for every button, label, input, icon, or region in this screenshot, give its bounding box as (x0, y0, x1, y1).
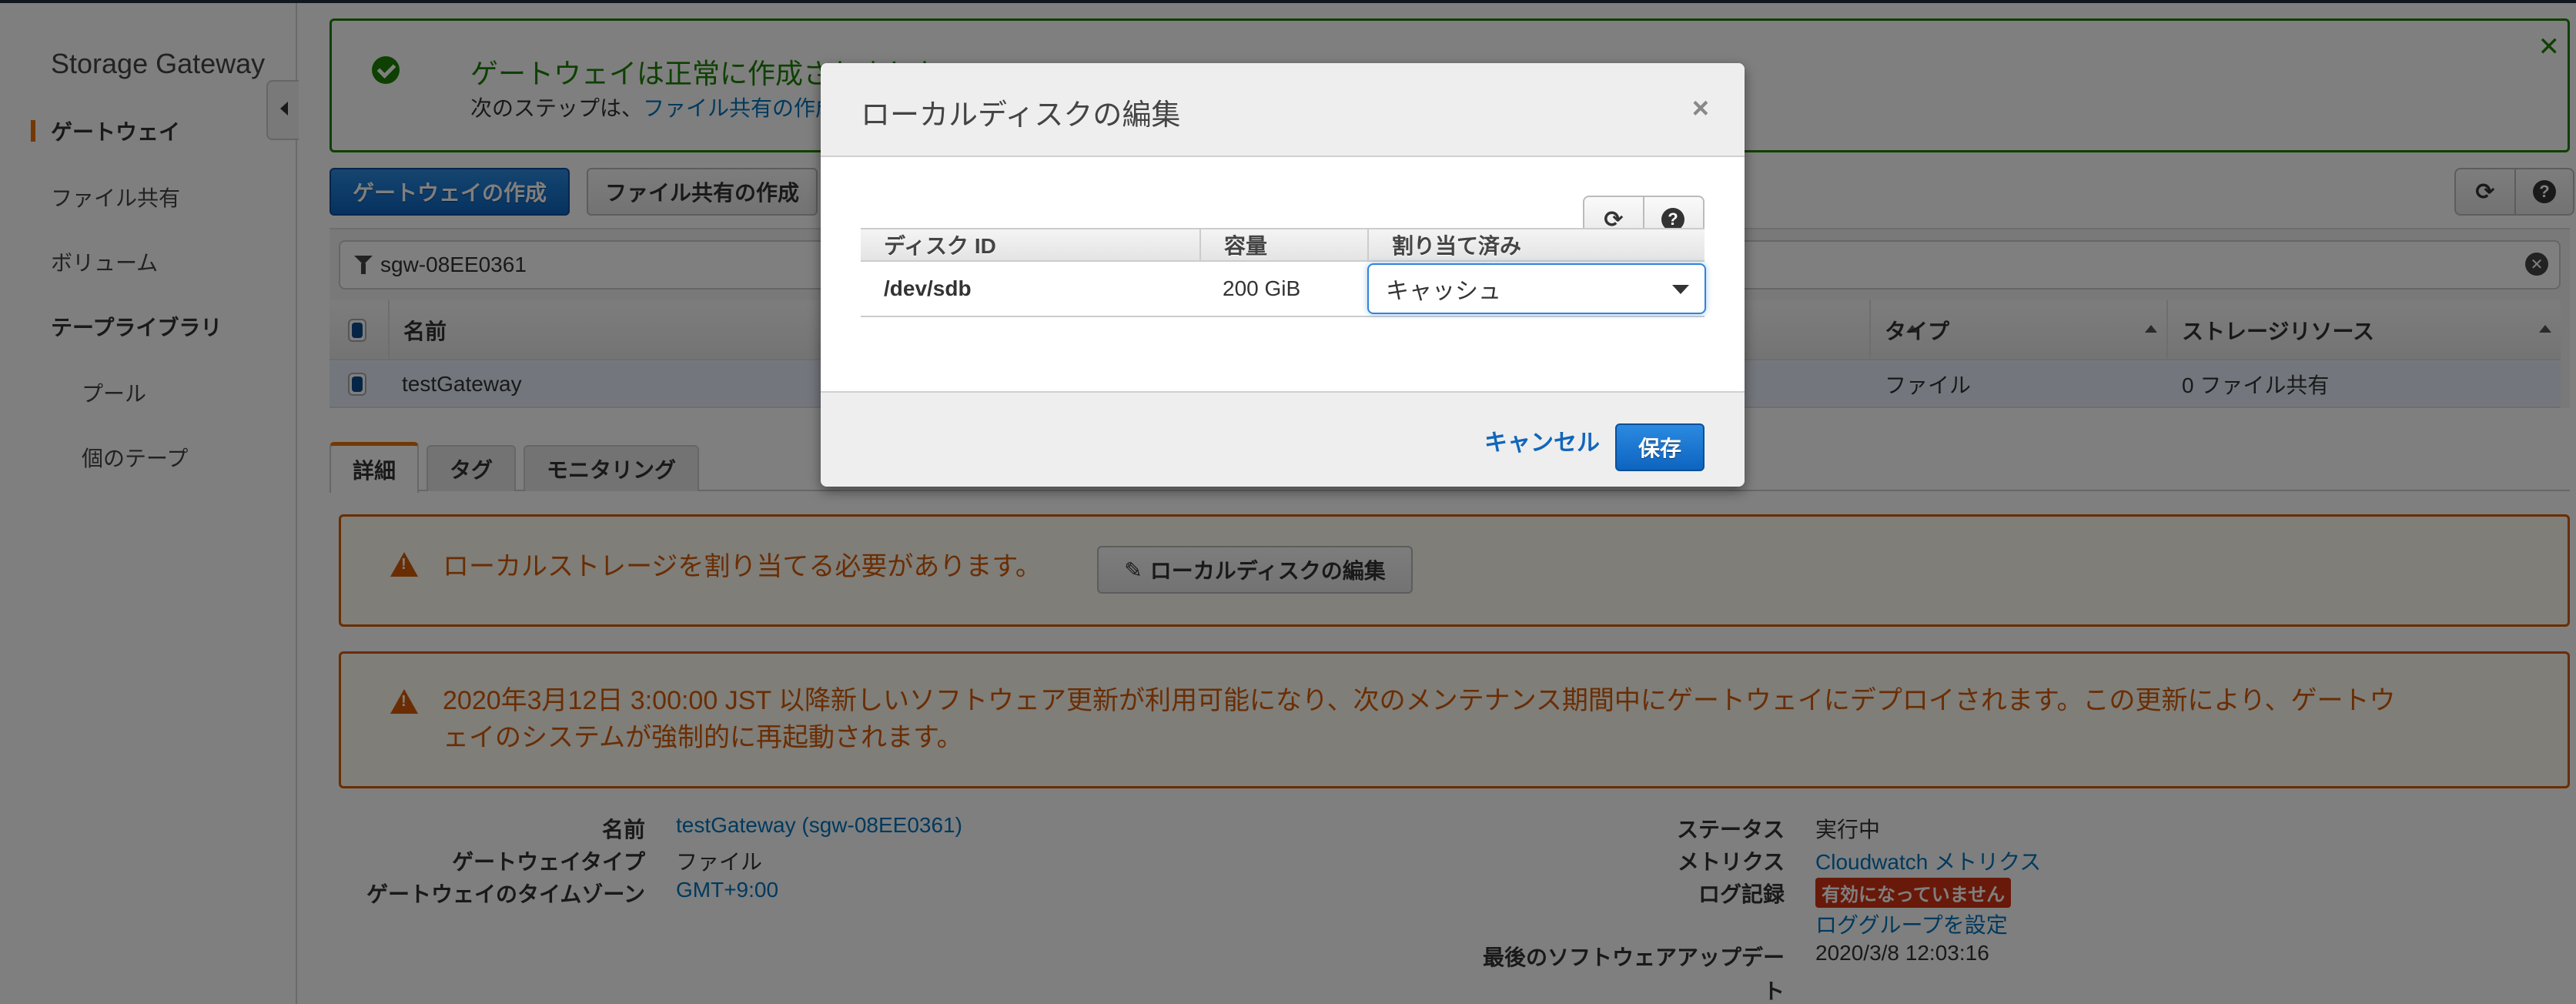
allocation-selected-value: キャッシュ (1386, 279, 1501, 304)
disk-id: /dev/sdb (884, 276, 972, 300)
column-header-disk-id: ディスク ID (884, 234, 996, 258)
modal-title: ローカルディスクの編集 (861, 99, 1181, 132)
modal-header: ローカルディスクの編集 × (821, 63, 1745, 157)
disk-row: /dev/sdb 200 GiB キャッシュ (861, 262, 1706, 317)
close-icon[interactable]: × (1692, 92, 1709, 126)
chevron-down-icon (1672, 285, 1689, 294)
edit-local-disks-modal: ローカルディスクの編集 × ⟳ ? ディスク ID 容量 割り当て済み /dev… (821, 63, 1745, 487)
modal-footer: キャンセル 保存 (821, 393, 1745, 487)
cancel-button[interactable]: キャンセル (1484, 423, 1600, 457)
column-header-allocated: 割り当て済み (1367, 229, 1705, 260)
disk-table-header: ディスク ID 容量 割り当て済み (861, 228, 1705, 262)
allocation-select[interactable]: キャッシュ (1367, 263, 1706, 314)
save-button[interactable]: 保存 (1615, 423, 1705, 471)
column-header-capacity: 容量 (1199, 229, 1367, 260)
disk-capacity: 200 GiB (1223, 276, 1301, 300)
